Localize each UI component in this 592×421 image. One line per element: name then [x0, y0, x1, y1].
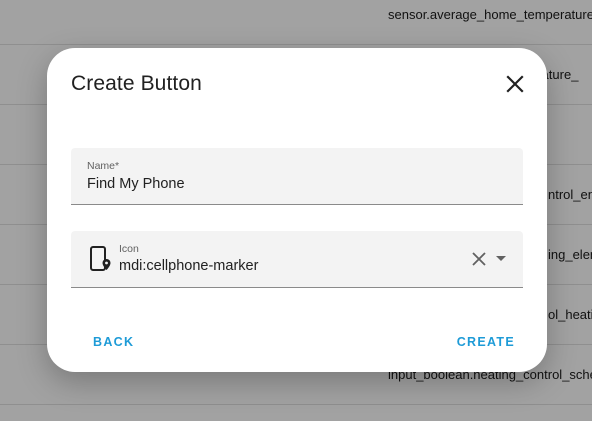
back-button[interactable]: BACK	[83, 326, 144, 358]
icon-field-label: Icon	[119, 243, 139, 255]
create-button[interactable]: CREATE	[447, 326, 525, 358]
cellphone-marker-icon	[90, 246, 111, 271]
close-icon	[506, 75, 524, 93]
name-field-label: Name*	[87, 160, 120, 172]
name-field[interactable]: Name* Find My Phone	[71, 148, 523, 205]
create-button-dialog: Create Button Name* Find My Phone Icon m…	[47, 48, 547, 372]
dialog-title: Create Button	[71, 72, 202, 95]
icon-picker-field[interactable]: Icon mdi:cellphone-marker	[71, 231, 523, 288]
name-field-value: Find My Phone	[87, 176, 185, 192]
close-button[interactable]	[501, 70, 529, 98]
icon-field-value: mdi:cellphone-marker	[119, 258, 259, 274]
dropdown-arrow-icon[interactable]	[495, 255, 507, 263]
clear-icon[interactable]	[471, 251, 487, 267]
